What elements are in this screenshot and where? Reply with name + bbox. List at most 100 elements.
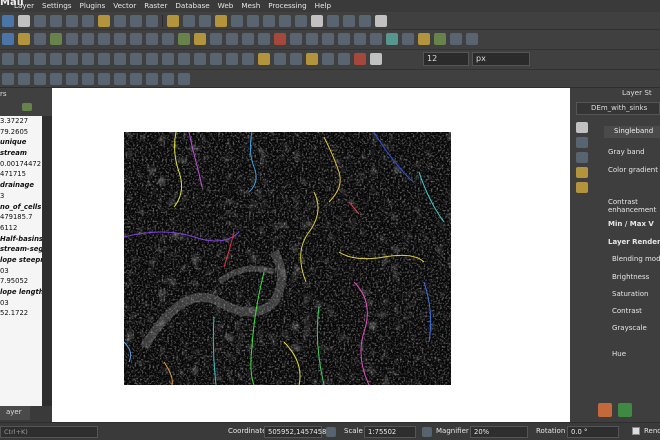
apply-style-icon[interactable] — [598, 403, 612, 417]
zoom-to-layer-icon[interactable] — [114, 15, 126, 27]
rotate-feature-icon[interactable] — [18, 53, 30, 65]
plugin-i-icon[interactable] — [130, 73, 142, 85]
reshape-icon[interactable] — [130, 53, 142, 65]
saga-icon[interactable] — [450, 33, 462, 45]
bookmark-icon[interactable] — [343, 15, 355, 27]
histogram-tab-icon[interactable] — [576, 152, 588, 163]
rotate-symbols-icon[interactable] — [226, 53, 238, 65]
new-map-view-icon[interactable] — [167, 15, 179, 27]
label-move-icon[interactable] — [290, 53, 302, 65]
list-item[interactable]: 3 — [0, 191, 42, 202]
identify-icon[interactable] — [199, 15, 211, 27]
menu-processing[interactable]: Processing — [268, 1, 306, 10]
menu-settings[interactable]: Settings — [42, 1, 71, 10]
list-item[interactable]: 479185.7 — [0, 212, 42, 223]
plugin-e-icon[interactable] — [66, 73, 78, 85]
list-item[interactable]: unique — [0, 137, 42, 148]
add-line-icon[interactable] — [242, 33, 254, 45]
font-unit-select[interactable]: px — [472, 52, 530, 66]
add-ring-icon[interactable] — [50, 53, 62, 65]
add-delimited-text-icon[interactable] — [82, 33, 94, 45]
render-type-select[interactable]: Singleband — [604, 126, 660, 138]
scale-select[interactable]: 1:75502 — [364, 426, 416, 438]
zoom-in-icon[interactable] — [50, 15, 62, 27]
save-edits-icon[interactable] — [210, 33, 222, 45]
list-item[interactable]: Half-basins — [0, 234, 42, 245]
merge-attributes-icon[interactable] — [210, 53, 222, 65]
list-item[interactable]: stream — [0, 148, 42, 159]
add-vector-icon[interactable] — [34, 33, 46, 45]
simplify-icon[interactable] — [34, 53, 46, 65]
left-panel-scrollbar[interactable] — [42, 116, 52, 406]
color-picker-icon[interactable] — [354, 53, 366, 65]
plugin-j-icon[interactable] — [146, 73, 158, 85]
split-parts-icon[interactable] — [178, 53, 190, 65]
undo-icon[interactable] — [338, 33, 350, 45]
history-tab-icon[interactable] — [576, 182, 588, 193]
new-layer-icon[interactable] — [18, 33, 30, 45]
menu-plugins[interactable]: Plugins — [80, 1, 106, 10]
layer-select[interactable]: DEm_with_sinks — [576, 102, 660, 115]
menu-vector[interactable]: Vector — [113, 1, 136, 10]
label-change-icon[interactable] — [322, 53, 334, 65]
zoom-last-icon[interactable] — [130, 15, 142, 27]
menu-help[interactable]: Help — [315, 1, 331, 10]
zoom-to-selection-icon[interactable] — [98, 15, 110, 27]
list-item[interactable]: 7.95052 — [0, 276, 42, 287]
statistics-icon[interactable] — [279, 15, 291, 27]
move-feature-icon[interactable] — [2, 53, 14, 65]
rendering-tab-icon[interactable] — [576, 167, 588, 178]
add-raster-icon[interactable] — [50, 33, 62, 45]
menu-database[interactable]: Database — [175, 1, 209, 10]
delete-part-icon[interactable] — [114, 53, 126, 65]
live-update-icon[interactable] — [618, 403, 632, 417]
coordinate-toggle-icon[interactable] — [326, 427, 336, 437]
redo-icon[interactable] — [354, 33, 366, 45]
map-tips-icon[interactable] — [327, 15, 339, 27]
list-item[interactable]: 0.00174472 — [0, 159, 42, 170]
plugin-c-icon[interactable] — [34, 73, 46, 85]
list-item[interactable]: drainage — [0, 180, 42, 191]
gdal-icon[interactable] — [466, 33, 478, 45]
field-calculator-icon[interactable] — [263, 15, 275, 27]
menu-web[interactable]: Web — [218, 1, 234, 10]
python-console-icon[interactable] — [402, 33, 414, 45]
fill-ring-icon[interactable] — [82, 53, 94, 65]
raster-map[interactable] — [124, 132, 451, 385]
menu-layer[interactable]: Layer — [14, 1, 34, 10]
processing-toolbox-icon[interactable] — [386, 33, 398, 45]
add-wcs-icon[interactable] — [162, 33, 174, 45]
paste-features-icon[interactable] — [322, 33, 334, 45]
layer-rendering-section[interactable]: Layer Rendering — [608, 238, 660, 246]
cut-features-icon[interactable] — [290, 33, 302, 45]
add-wfs-icon[interactable] — [146, 33, 158, 45]
menu-raster[interactable]: Raster — [144, 1, 167, 10]
vertex-tool-icon[interactable] — [370, 33, 382, 45]
pan-to-selection-icon[interactable] — [34, 15, 46, 27]
new-project-icon[interactable] — [2, 15, 14, 27]
zoom-out-icon[interactable] — [66, 15, 78, 27]
digitize-icon[interactable] — [178, 33, 190, 45]
add-point-icon[interactable] — [226, 33, 238, 45]
menu-mesh[interactable]: Mesh — [241, 1, 260, 10]
plugin-g-icon[interactable] — [98, 73, 110, 85]
coordinate-input[interactable]: 505952,1457458 — [264, 426, 326, 438]
plugin-a-icon[interactable] — [2, 73, 14, 85]
label-pin-icon[interactable] — [258, 53, 270, 65]
min-max-section[interactable]: Min / Max V — [608, 220, 654, 228]
list-item[interactable]: stream-segm — [0, 244, 42, 255]
filter-icon[interactable] — [22, 103, 32, 111]
list-item[interactable]: 03 — [0, 298, 42, 309]
offset-curve-icon[interactable] — [146, 53, 158, 65]
attribute-table-icon[interactable] — [247, 15, 259, 27]
label-tool-icon[interactable] — [242, 53, 254, 65]
refresh-icon[interactable] — [183, 15, 195, 27]
delete-ring-icon[interactable] — [98, 53, 110, 65]
delete-selected-icon[interactable] — [274, 33, 286, 45]
attribute-list[interactable]: 3.37227 79.2605 unique stream 0.00174472… — [0, 116, 42, 406]
measure-icon[interactable] — [295, 15, 307, 27]
list-item[interactable]: 79.2605 — [0, 127, 42, 138]
locator-search-input[interactable]: Ctrl+K) — [0, 426, 98, 438]
tab-layer[interactable]: ayer — [0, 406, 30, 420]
plugin-f-icon[interactable] — [82, 73, 94, 85]
